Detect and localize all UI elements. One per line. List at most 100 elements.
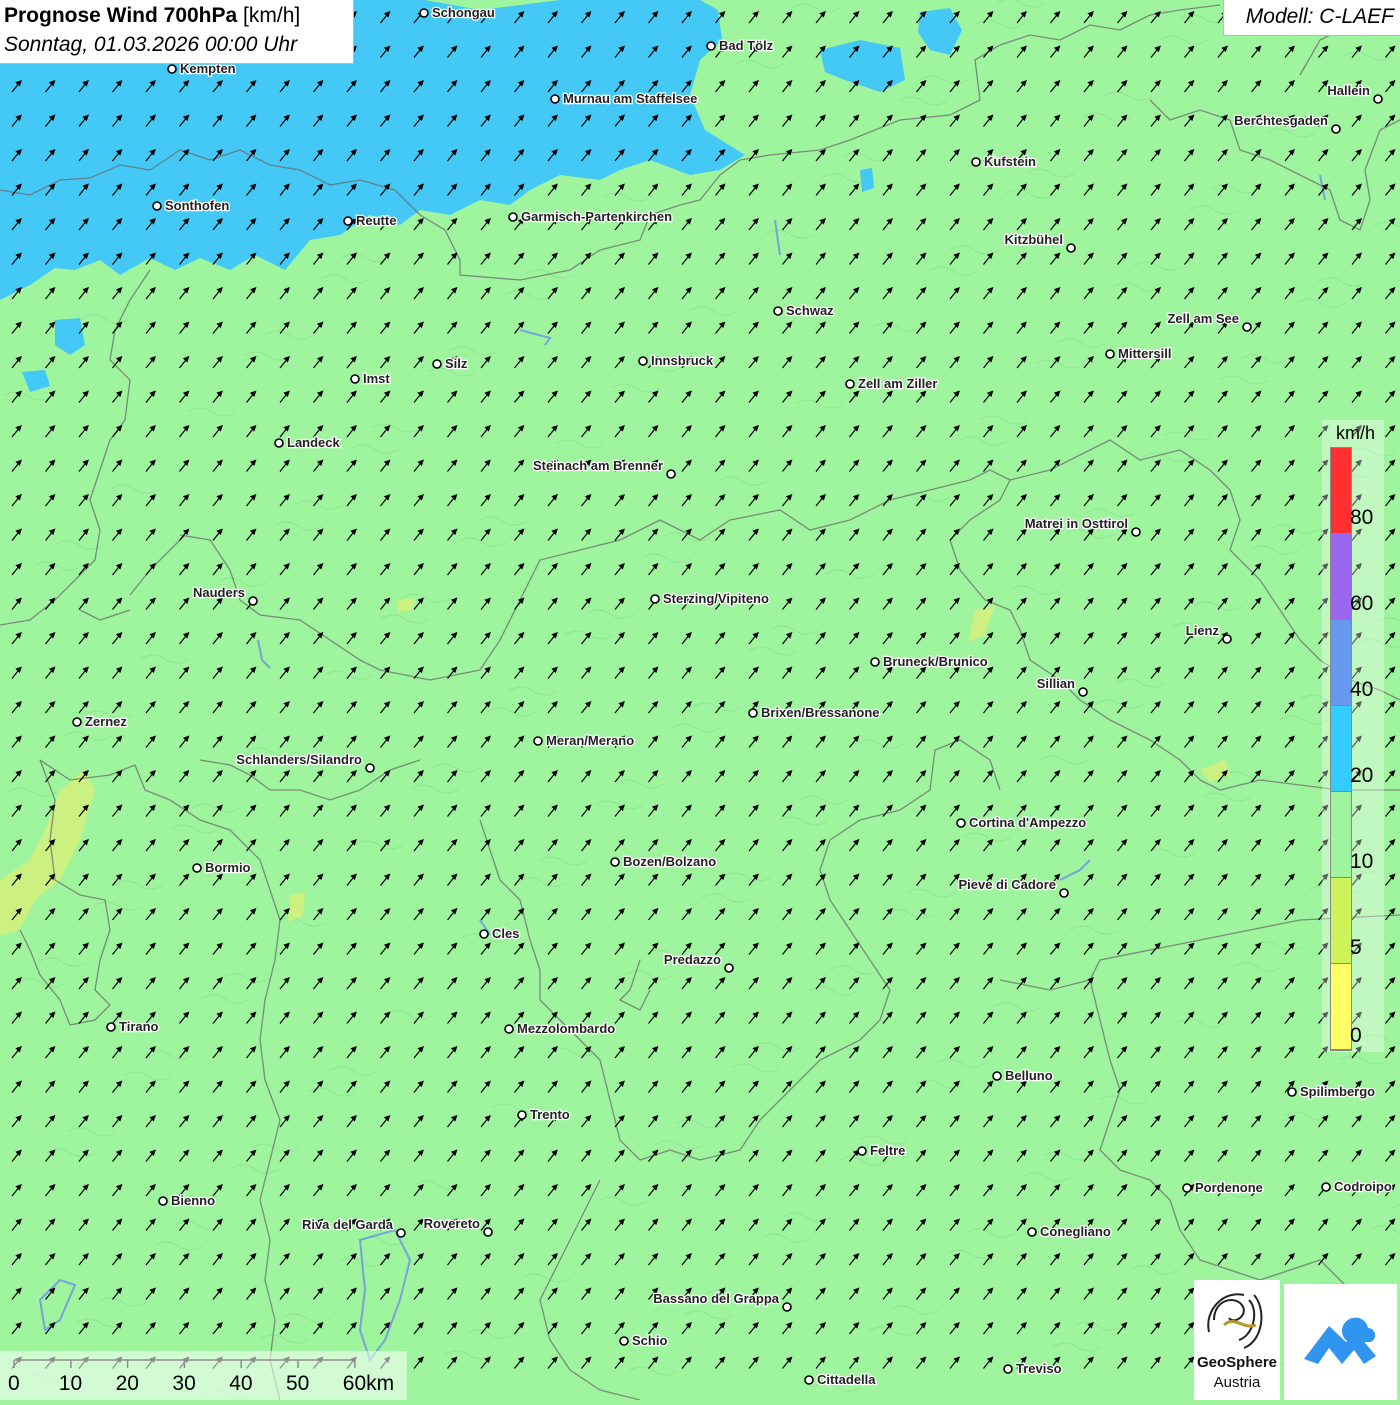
scale-label: 20 [115, 1372, 139, 1395]
city-label: Schio [632, 1333, 667, 1348]
city-dot [650, 594, 660, 604]
title-box: Prognose Wind 700hPa [km/h] Sonntag, 01.… [0, 0, 354, 64]
city-label: Bienno [171, 1193, 215, 1208]
city-label: Schlanders/Silandro [236, 752, 362, 767]
title-text: Prognose Wind 700hPa [4, 4, 238, 27]
city-dot [870, 657, 880, 667]
city-dot [192, 863, 202, 873]
city-dot [666, 469, 676, 479]
city-dot [619, 1336, 629, 1346]
city-dot [610, 857, 620, 867]
city-label: Feltre [870, 1143, 905, 1158]
city-dot [274, 438, 284, 448]
city-label: Riva del Garda [302, 1217, 394, 1232]
city-label: Cittadella [817, 1372, 876, 1387]
model-box: Modell: C-LAEF [1223, 0, 1400, 36]
city-label: Cortina d'Ampezzo [969, 815, 1086, 830]
city-label: Bassano del Grappa [653, 1291, 779, 1306]
city-dot [483, 1227, 493, 1237]
city-dot [533, 736, 543, 746]
legend-color-step [1331, 792, 1351, 878]
city-label: Schwaz [786, 303, 834, 318]
city-label: Sillian [1037, 676, 1075, 691]
city-marker: Sterzing/Vipiteno [650, 590, 770, 607]
city-label: Steinach am Brenner [533, 458, 663, 473]
city-dot [638, 356, 648, 366]
city-label: Schongau [432, 5, 495, 20]
city-dot [504, 1024, 514, 1034]
city-label: Pordenone [1195, 1180, 1263, 1195]
city-label: Bozen/Bolzano [623, 854, 716, 869]
city-dot [992, 1071, 1002, 1081]
city-marker: Spilimbergo [1287, 1083, 1376, 1100]
city-dot [1003, 1364, 1013, 1374]
city-label: Zell am See [1167, 311, 1239, 326]
city-marker: Schongau [419, 4, 496, 21]
map-subtitle: Sonntag, 01.03.2026 00:00 Uhr [4, 33, 298, 56]
city-dot [72, 717, 82, 727]
city-label: Predazzo [664, 952, 721, 967]
city-label: Rovereto [424, 1216, 480, 1231]
city-dot [1373, 94, 1383, 104]
legend-label: 60 [1350, 592, 1374, 615]
geosphere-logo: GeoSphere Austria [1194, 1280, 1280, 1400]
city-label: Spilimbergo [1300, 1084, 1375, 1099]
city-dot [517, 1110, 527, 1120]
city-marker: Cortina d'Ampezzo [956, 814, 1088, 831]
city-label: Pieve di Cadore [958, 877, 1056, 892]
city-dot [773, 306, 783, 316]
city-marker: Murnau am Staffelsee [550, 90, 699, 107]
model-label: Modell: C-LAEF [1245, 5, 1394, 28]
legend-colorbar [1330, 447, 1352, 1051]
scale-label: 30 [172, 1372, 196, 1395]
city-dot [706, 41, 716, 51]
city-dot [1182, 1183, 1192, 1193]
city-dot [845, 379, 855, 389]
city-dot [1131, 527, 1141, 537]
legend-label: 0 [1350, 1024, 1362, 1047]
city-marker: Bozen/Bolzano [610, 853, 717, 870]
city-marker: Meran/Merano [533, 732, 635, 749]
legend-color-step [1331, 620, 1351, 706]
city-dot [748, 708, 758, 718]
city-label: Trento [530, 1107, 570, 1122]
city-marker: Sonthofen [152, 197, 231, 214]
city-label: Bad Tölz [719, 38, 774, 53]
city-label: Sterzing/Vipiteno [663, 591, 769, 606]
city-dot [782, 1302, 792, 1312]
city-label: Innsbruck [651, 353, 714, 368]
legend-color-step [1331, 534, 1351, 620]
city-marker: Mezzolombardo [504, 1020, 617, 1037]
city-label: Mittersill [1118, 346, 1171, 361]
city-dot [350, 374, 360, 384]
scale-label: 0 [8, 1372, 20, 1395]
city-dot [365, 763, 375, 773]
city-dot [1242, 322, 1252, 332]
city-dot [248, 596, 258, 606]
city-label: Zernez [85, 714, 127, 729]
legend-color-step [1331, 964, 1351, 1050]
city-marker: Pordenone [1182, 1179, 1264, 1196]
city-dot [1027, 1227, 1037, 1237]
city-label: Lienz [1186, 623, 1220, 638]
legend-unit: km/h [1336, 423, 1376, 443]
city-dot [1059, 888, 1069, 898]
logo-line2: Austria [1213, 1374, 1261, 1391]
city-dot [1331, 124, 1341, 134]
city-marker: Bruneck/Brunico [870, 653, 989, 670]
city-dot [1066, 243, 1076, 253]
city-label: Reutte [356, 213, 396, 228]
scale-label: 40 [229, 1372, 253, 1395]
city-dot [724, 963, 734, 973]
city-dot [167, 64, 177, 74]
city-dot [106, 1022, 116, 1032]
city-label: Hallein [1327, 83, 1370, 98]
city-dot [857, 1146, 867, 1156]
city-dot [971, 157, 981, 167]
city-dot [804, 1375, 814, 1385]
city-label: Matrei in Osttirol [1025, 516, 1128, 531]
city-marker: Brixen/Bressanone [748, 704, 881, 721]
city-label: Brixen/Bressanone [761, 705, 880, 720]
city-dot [152, 201, 162, 211]
city-marker: Garmisch-Partenkirchen [508, 208, 673, 225]
